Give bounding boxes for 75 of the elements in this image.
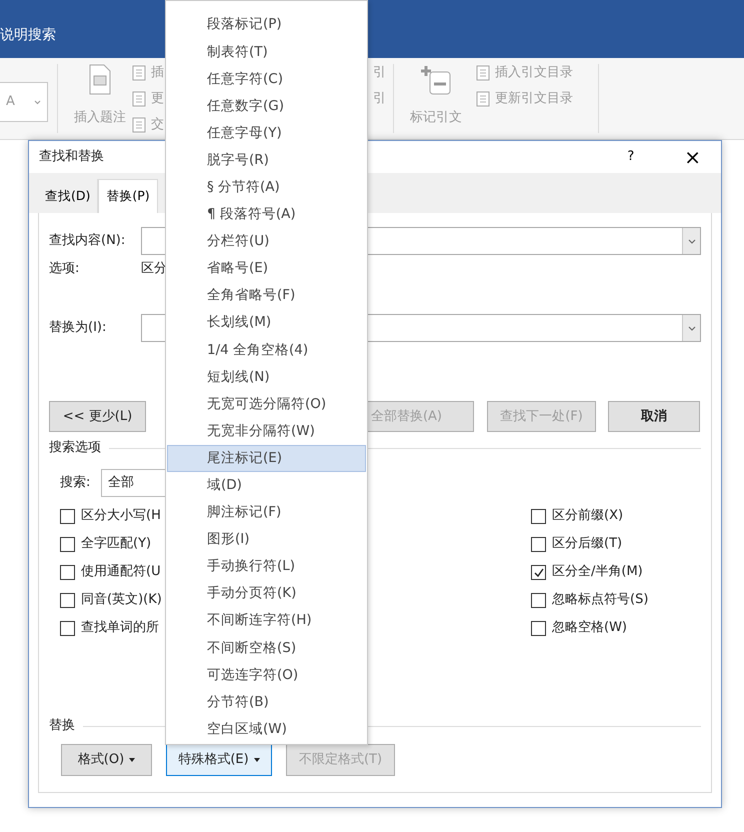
options-label: 选项: [49, 260, 80, 278]
field-label: 替换为(I): [49, 319, 108, 338]
menu-item[interactable]: 可选连字符(O) [167, 661, 366, 688]
search-label[interactable]: 说明搜索 [0, 25, 56, 46]
menu-item[interactable]: 分栏符(U) [167, 228, 366, 255]
menu-item[interactable]: 尾注标记(E) [167, 444, 366, 472]
checkbox[interactable] [531, 620, 546, 636]
menu-item[interactable]: 空白区域(W) [167, 715, 366, 743]
document-icon [132, 65, 147, 81]
menu-item[interactable]: 段落标记(P) [167, 11, 366, 38]
search-label: 搜索: [60, 474, 92, 492]
help-button[interactable]: ? [621, 146, 640, 168]
checkbox[interactable] [60, 620, 75, 636]
format-button[interactable]: 特殊格式(E) [166, 744, 272, 776]
menu-item[interactable]: 图形(I) [167, 526, 366, 553]
checkbox[interactable] [60, 564, 75, 580]
menu-item[interactable]: 任意字母(Y) [167, 119, 366, 146]
checkbox-label: 区分前缀(X) [552, 507, 624, 526]
field-label: 查找内容(N): [49, 232, 126, 250]
checkbox-label: 区分全/半角(M) [552, 563, 643, 582]
chevron-down-icon [686, 237, 696, 245]
menu-item[interactable]: 全角省略号(F) [167, 282, 366, 310]
menu-item[interactable]: § 分节符(A) [167, 174, 366, 201]
checkbox-label: 区分大小写(H [81, 507, 161, 526]
menu-item[interactable]: 1/4 全角空格(4) [167, 336, 366, 364]
document-icon [476, 65, 491, 81]
document-icon [132, 91, 147, 107]
menu-item[interactable]: 脚注标记(F) [167, 498, 366, 526]
close-button[interactable]: × [678, 141, 707, 173]
menu-item[interactable]: 任意数字(G) [167, 92, 366, 120]
checkbox-label: 全字匹配(Y) [81, 535, 152, 554]
document-icon [132, 117, 147, 133]
menu-item[interactable]: 不间断连字符(H) [167, 607, 366, 634]
document-icon [476, 91, 491, 107]
menu-item[interactable]: 手动分页符(K) [167, 580, 366, 608]
options-value: 区分 [141, 260, 167, 278]
checkbox[interactable] [60, 508, 75, 524]
checkmark-icon [532, 566, 544, 578]
menu-item[interactable]: 制表符(T) [167, 38, 366, 66]
checkbox[interactable] [531, 592, 546, 608]
menu-item[interactable]: ¶ 段落符号(A) [167, 200, 366, 228]
checkbox-label: 忽略标点符号(S) [552, 591, 648, 610]
ribbon-label-fragment: 引 [373, 90, 387, 108]
checkbox[interactable] [531, 536, 546, 552]
checkbox-label: 忽略空格(W) [552, 619, 627, 638]
checkbox[interactable] [60, 536, 75, 552]
menu-item[interactable]: 分节符(B) [167, 688, 366, 716]
dialog-button[interactable]: 取消 [608, 401, 700, 432]
menu-item[interactable]: 短划线(N) [167, 363, 366, 390]
checkbox-label: 使用通配符(U [81, 563, 161, 582]
checkbox[interactable] [60, 592, 75, 608]
menu-item[interactable]: 长划线(M) [167, 309, 366, 336]
format-button[interactable]: 格式(O) [61, 744, 152, 776]
checkbox-label: 查找单词的所 [81, 619, 159, 638]
section-heading: 搜索选项 [49, 439, 101, 458]
checkbox[interactable] [531, 508, 546, 524]
checkbox-label: 同音(英文)(K) [81, 591, 162, 610]
menu-item[interactable]: 手动换行符(L) [167, 552, 366, 580]
caret-icon [254, 758, 260, 762]
menu-item[interactable]: 任意字符(C) [167, 65, 366, 92]
dialog-title: 查找和替换 [39, 148, 104, 166]
chevron-down-icon [686, 324, 696, 332]
section-heading: 替换 [49, 717, 75, 736]
tab[interactable]: 替换(P) [98, 179, 158, 213]
dialog-button[interactable]: << 更少(L) [49, 401, 146, 432]
menu-item[interactable]: 脱字号(R) [167, 146, 366, 174]
citation-mark-icon [420, 64, 452, 96]
caret-icon [129, 758, 136, 762]
checkbox[interactable] [531, 564, 546, 580]
ribbon-label-fragment: 引 [373, 64, 387, 82]
menu-item[interactable]: 不间断空格(S) [167, 634, 366, 662]
menu-item[interactable]: 省略号(E) [167, 254, 366, 282]
caret-icon [34, 100, 41, 104]
document-icon [88, 64, 112, 96]
checkbox-label: 区分后缀(T) [552, 535, 622, 554]
